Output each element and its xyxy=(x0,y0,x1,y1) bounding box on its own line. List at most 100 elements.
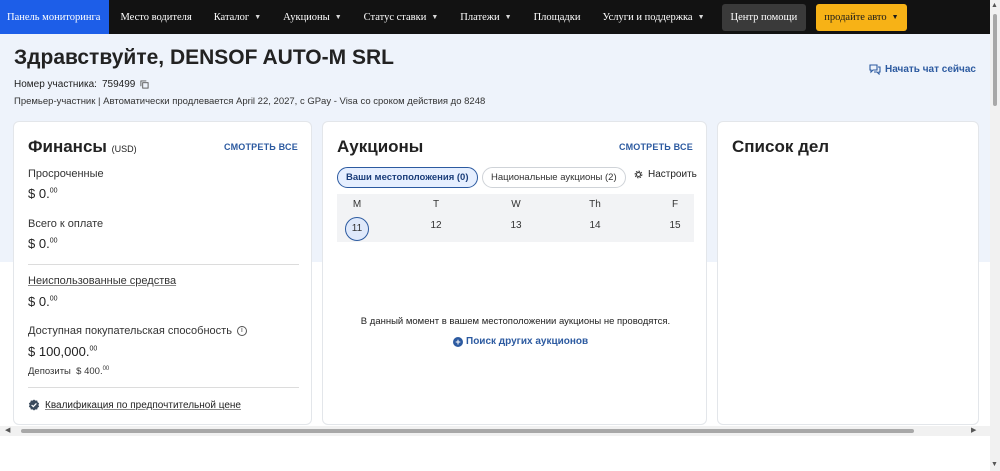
member-number-line: Номер участника: 759499 xyxy=(14,79,149,90)
auction-calendar: M T W Th F 11 12 13 14 15 xyxy=(337,194,694,242)
tab-your-locations[interactable]: Ваши местоположения (0) xyxy=(337,167,478,188)
scroll-down-icon[interactable]: ▼ xyxy=(991,461,998,468)
nav-label: Каталог xyxy=(213,11,250,23)
nav-label: Аукционы xyxy=(283,11,330,23)
verified-badge-icon xyxy=(28,399,40,411)
deposits-line: Депозиты $ 400.00 xyxy=(28,366,109,377)
nav-item-auctions[interactable]: Аукционы ▼ xyxy=(272,0,353,34)
info-icon[interactable]: i xyxy=(236,326,247,337)
chevron-down-icon: ▼ xyxy=(697,13,705,21)
buying-power-text: Доступная покупательская способность xyxy=(28,325,232,337)
nav-item-locations[interactable]: Площадки xyxy=(523,0,592,34)
page-title: Здравствуйте, DENSOF AUTO-M SRL xyxy=(14,46,394,69)
search-other-auctions-link[interactable]: + Поиск других аукционов xyxy=(453,336,588,347)
calendar-date[interactable]: 12 xyxy=(416,220,456,231)
buying-power-cents: 00 xyxy=(89,345,98,353)
scroll-up-icon[interactable]: ▲ xyxy=(991,2,998,9)
qualification-label: Квалификация по предпочтительной цене xyxy=(45,399,241,411)
buying-power-amount: $ 100,000. xyxy=(28,344,90,359)
scrollbar-thumb[interactable] xyxy=(21,429,914,433)
finance-card: Финансы (USD) СМОТРЕТЬ ВСЕ Просроченные … xyxy=(13,121,312,425)
finance-title-text: Финансы xyxy=(28,137,107,156)
unused-funds-value: $ 0.00 xyxy=(28,294,57,309)
chevron-down-icon: ▼ xyxy=(334,13,342,21)
configure-button[interactable]: Настроить xyxy=(633,169,697,180)
auctions-card: Аукционы СМОТРЕТЬ ВСЕ Ваши местоположени… xyxy=(322,121,707,425)
overdue-label: Просроченные xyxy=(28,168,104,180)
no-auctions-message: В данный момент в вашем местоположении а… xyxy=(360,316,671,327)
buying-power-value: $ 100,000.00 xyxy=(28,344,97,359)
nav-label: Статус ставки xyxy=(363,11,427,23)
nav-label: Место водителя xyxy=(120,11,192,23)
calendar-day: Th xyxy=(589,199,601,210)
copy-icon[interactable] xyxy=(140,80,149,89)
buying-power-label: Доступная покупательская способность i xyxy=(28,325,247,337)
nav-label: Платежи xyxy=(460,11,500,23)
chevron-down-icon: ▼ xyxy=(254,13,262,21)
auctions-title: Аукционы xyxy=(337,137,424,156)
todo-title: Список дел xyxy=(732,137,830,156)
calendar-day: F xyxy=(671,199,679,210)
calendar-day: W xyxy=(511,199,521,210)
start-chat-link[interactable]: Начать чат сейчас xyxy=(869,64,976,75)
help-center-button[interactable]: Центр помощи xyxy=(721,3,807,31)
total-due-amount: $ 0. xyxy=(28,236,50,251)
finance-currency: (USD) xyxy=(111,144,137,154)
finance-see-all-link[interactable]: СМОТРЕТЬ ВСЕ xyxy=(224,142,298,152)
nav-item-dashboard[interactable]: Панель мониторинга xyxy=(0,0,110,34)
total-due-cents: 00 xyxy=(49,237,58,245)
unused-funds-link[interactable]: Неиспользованные средства xyxy=(28,275,176,287)
nav-label: Услуги и поддержка xyxy=(602,11,693,23)
nav-label: Площадки xyxy=(533,11,581,23)
nav-item-services[interactable]: Услуги и поддержка ▼ xyxy=(591,0,715,34)
plus-circle-icon: + xyxy=(453,336,463,347)
sell-car-button[interactable]: продайте авто ▼ xyxy=(816,3,907,31)
scrollbar-thumb[interactable] xyxy=(993,14,997,106)
finance-title: Финансы (USD) xyxy=(28,137,137,157)
deposits-amount: $ 400. xyxy=(76,366,103,378)
chat-label: Начать чат сейчас xyxy=(885,64,976,75)
total-due-value: $ 0.00 xyxy=(28,236,57,251)
nav-item-driver-seat[interactable]: Место водителя xyxy=(109,0,202,34)
deposits-label: Депозиты xyxy=(28,366,71,378)
chevron-down-icon: ▼ xyxy=(504,13,512,21)
calendar-date-selected[interactable]: 11 xyxy=(345,217,369,241)
nav-item-payments[interactable]: Платежи ▼ xyxy=(449,0,522,34)
membership-info: Премьер-участник | Автоматически продлев… xyxy=(14,96,486,107)
unused-funds-amount: $ 0. xyxy=(28,294,50,309)
scroll-left-icon[interactable]: ◀ xyxy=(5,426,10,436)
calendar-date[interactable]: 15 xyxy=(655,220,695,231)
qualification-link[interactable]: Квалификация по предпочтительной цене xyxy=(28,399,241,411)
nav-item-catalog[interactable]: Каталог ▼ xyxy=(203,0,272,34)
overdue-amount: $ 0. xyxy=(28,186,50,201)
search-more-label: Поиск других аукционов xyxy=(466,336,589,347)
gear-icon xyxy=(634,170,643,179)
overdue-cents: 00 xyxy=(49,187,58,195)
member-number-value: 759499 xyxy=(101,79,136,90)
deposits-cents: 00 xyxy=(102,366,110,372)
calendar-day: M xyxy=(352,199,362,210)
member-number-label: Номер участника: xyxy=(14,79,97,90)
nav-label: Панель мониторинга xyxy=(7,11,101,23)
calendar-day: T xyxy=(432,199,440,210)
calendar-date[interactable]: 13 xyxy=(496,220,536,231)
chevron-down-icon: ▼ xyxy=(891,13,899,21)
scroll-right-icon[interactable]: ▶ xyxy=(971,426,976,436)
tab-national-auctions[interactable]: Национальные аукционы (2) xyxy=(482,167,626,188)
vertical-scrollbar[interactable]: ▲ ▼ xyxy=(990,0,1000,471)
divider xyxy=(28,264,299,265)
chevron-down-icon: ▼ xyxy=(431,13,439,21)
sell-label: продайте авто xyxy=(824,11,887,23)
total-due-label: Всего к оплате xyxy=(28,218,104,230)
todo-card: Список дел xyxy=(717,121,979,425)
calendar-date[interactable]: 14 xyxy=(575,220,615,231)
nav-item-bid-status[interactable]: Статус ставки ▼ xyxy=(353,0,450,34)
configure-label: Настроить xyxy=(648,169,697,180)
auctions-see-all-link[interactable]: СМОТРЕТЬ ВСЕ xyxy=(619,142,693,152)
divider xyxy=(28,387,299,388)
top-navigation: Панель мониторинга Место водителя Катало… xyxy=(0,0,990,34)
horizontal-scrollbar[interactable]: ◀ ▶ xyxy=(0,426,990,436)
chat-icon xyxy=(869,64,881,75)
overdue-value: $ 0.00 xyxy=(28,186,57,201)
unused-funds-cents: 00 xyxy=(49,295,58,303)
